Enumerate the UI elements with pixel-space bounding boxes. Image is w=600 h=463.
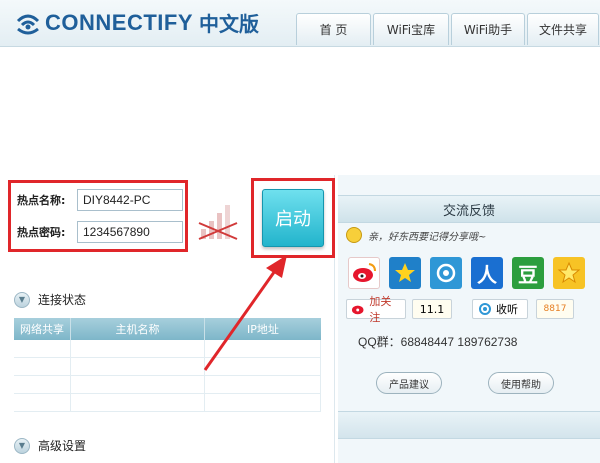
- table-row: [14, 358, 321, 376]
- hotspot-password-label: 热点密码:: [17, 226, 66, 239]
- table-header: 网络共享 主机名称 IP地址: [14, 318, 321, 340]
- connection-table: 网络共享 主机名称 IP地址: [14, 318, 321, 412]
- advanced-settings-header[interactable]: ▼ 高级设置: [14, 437, 86, 454]
- follow-label: 加关注: [369, 295, 392, 324]
- hotspot-password-row: 热点密码:: [17, 221, 183, 243]
- table-row: [14, 394, 321, 412]
- follow-button[interactable]: 加关注: [346, 295, 406, 324]
- hotspot-settings-box: 热点名称: 热点密码:: [8, 180, 188, 252]
- top-bar: CONNECTIFY 中文版 首 页 WiFi宝库 WiFi助手 文件共享: [0, 0, 600, 47]
- tab-home[interactable]: 首 页: [296, 13, 371, 45]
- tab-wifi-library[interactable]: WiFi宝库: [373, 13, 449, 45]
- smiley-icon: [346, 227, 362, 243]
- col-header-network: 网络共享: [14, 318, 71, 340]
- app-logo: CONNECTIFY 中文版: [14, 8, 259, 37]
- feedback-footer-bar: [338, 411, 600, 439]
- listen-label: 收听: [496, 303, 518, 316]
- tencent-weibo-icon[interactable]: [430, 257, 462, 289]
- feedback-panel: 交流反馈 亲，好东西要记得分享哦~ 人 豆 加关注 11.1 收听 8817 Q…: [338, 175, 600, 463]
- tab-wifi-assistant[interactable]: WiFi助手: [451, 13, 525, 45]
- weibo-small-icon: [351, 305, 364, 315]
- table-row: [14, 376, 321, 394]
- listen-button[interactable]: 收听: [472, 299, 528, 319]
- signal-off-icon: [197, 195, 239, 243]
- logo-cn-text: 中文版: [199, 12, 259, 36]
- help-button[interactable]: 使用帮助: [488, 372, 554, 394]
- main-tabs: 首 页 WiFi宝库 WiFi助手 文件共享: [296, 13, 600, 45]
- renren-icon[interactable]: 人: [471, 257, 503, 289]
- follow-row: 加关注 11.1 收听 8817: [346, 295, 574, 324]
- logo-text: CONNECTIFY: [45, 9, 193, 35]
- connection-status-header[interactable]: ▼ 连接状态: [14, 291, 86, 308]
- col-header-ip: IP地址: [247, 323, 279, 336]
- share-note-text: 亲，好东西要记得分享哦~: [368, 231, 487, 243]
- table-row: [14, 340, 321, 358]
- chevron-down-icon: ▼: [14, 437, 30, 454]
- connection-status-title: 连接状态: [38, 293, 87, 307]
- listen-count: 8817: [536, 299, 574, 319]
- star-icon[interactable]: [389, 257, 421, 289]
- tencent-small-icon: [479, 303, 491, 315]
- start-button-highlight: 启动: [251, 178, 335, 258]
- hotspot-name-input[interactable]: [77, 189, 183, 211]
- hotspot-name-label: 热点名称:: [17, 194, 66, 207]
- advanced-settings-title: 高级设置: [38, 439, 87, 453]
- start-button[interactable]: 启动: [262, 189, 324, 247]
- hotspot-name-row: 热点名称:: [17, 189, 183, 211]
- chevron-down-icon: ▼: [14, 291, 30, 308]
- hotspot-password-input[interactable]: [77, 221, 183, 243]
- product-suggestion-button[interactable]: 产品建议: [376, 372, 442, 394]
- qq-group-text: QQ群：68848447 189762738: [358, 335, 518, 349]
- douban-icon[interactable]: 豆: [512, 257, 544, 289]
- share-note: 亲，好东西要记得分享哦~: [346, 227, 486, 243]
- col-header-hostname: 主机名称: [71, 318, 205, 340]
- follow-count: 11.1: [412, 299, 452, 319]
- social-share-icons: 人 豆: [348, 257, 594, 289]
- feedback-title: 交流反馈: [338, 195, 600, 223]
- weibo-icon[interactable]: [348, 257, 380, 289]
- tab-file-sharing[interactable]: 文件共享: [527, 13, 599, 45]
- qzone-icon[interactable]: [553, 257, 585, 289]
- wifi-logo-icon: [14, 9, 42, 37]
